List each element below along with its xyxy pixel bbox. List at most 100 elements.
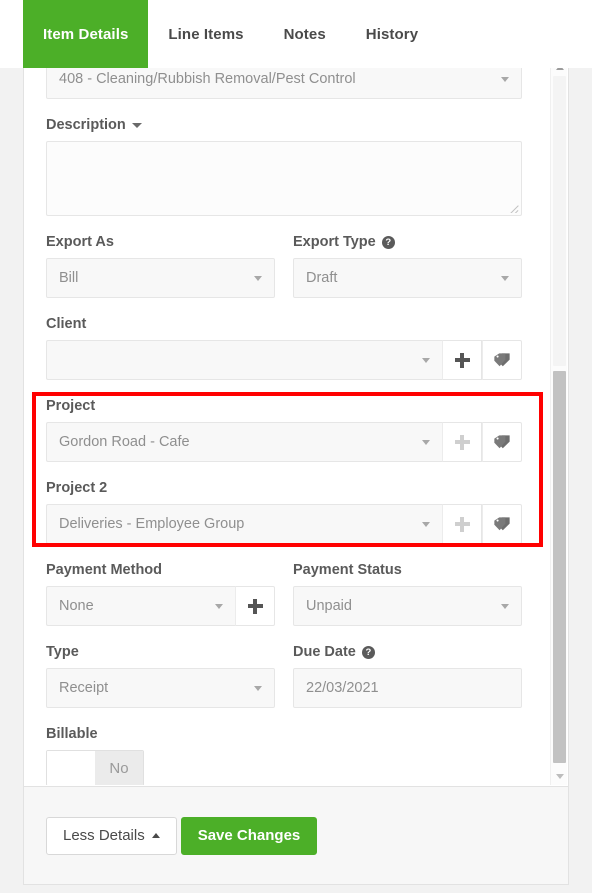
project-2-add-button[interactable]: [442, 504, 482, 544]
tab-line-items-label: Line Items: [168, 25, 244, 43]
client-label: Client: [46, 316, 87, 332]
tab-notes-label: Notes: [283, 25, 326, 43]
export-type-label: Export Type ?: [293, 233, 522, 251]
tab-history[interactable]: History: [346, 0, 438, 68]
plus-icon: [454, 434, 470, 450]
project-tags-button[interactable]: [482, 422, 522, 462]
field-type: Type Receipt: [46, 643, 275, 708]
description-label-text: Description: [46, 117, 126, 133]
field-payment-method: Payment Method None: [46, 561, 275, 626]
resize-handle-icon[interactable]: [508, 202, 519, 213]
tab-item-details[interactable]: Item Details: [23, 0, 149, 68]
chevron-down-icon: [501, 275, 509, 281]
client-input-group: [46, 340, 522, 380]
payment-status-label: Payment Status: [293, 562, 402, 578]
export-type-select[interactable]: Draft: [293, 258, 522, 298]
payment-method-label: Payment Method: [46, 562, 163, 578]
field-export-type: Export Type ? Draft: [293, 233, 522, 298]
chevron-down-icon: [501, 603, 509, 609]
plus-icon: [454, 516, 470, 532]
project-value: Gordon Road - Cafe: [59, 434, 190, 450]
billable-label: Billable: [46, 726, 98, 742]
billable-toggle[interactable]: No: [46, 750, 144, 785]
type-label: Type: [46, 644, 79, 660]
tags-icon: [493, 435, 510, 449]
description-label: Description: [46, 116, 522, 134]
due-date-input[interactable]: 22/03/2021: [293, 668, 522, 708]
help-icon[interactable]: ?: [361, 645, 375, 659]
client-add-button[interactable]: [442, 340, 482, 380]
tab-notes[interactable]: Notes: [264, 0, 346, 68]
payment-status-select[interactable]: Unpaid: [293, 586, 522, 626]
field-client: Client: [46, 315, 522, 380]
chevron-down-icon: [422, 357, 430, 363]
field-description: Description: [46, 116, 522, 216]
form-scrollbar[interactable]: [550, 59, 567, 785]
field-row-type-duedate: Type Receipt Due Date ? 22/03/2021: [46, 643, 522, 708]
toggle-knob: [47, 751, 95, 785]
tab-bar: Item Details Line Items Notes History: [0, 0, 592, 68]
scroll-down-button[interactable]: [551, 768, 568, 785]
less-details-button[interactable]: Less Details: [46, 816, 177, 855]
payment-status-value: Unpaid: [306, 598, 352, 614]
due-date-value: 22/03/2021: [306, 680, 379, 696]
chevron-down-icon: [254, 685, 262, 691]
scrollbar-track[interactable]: [553, 76, 566, 366]
chevron-down-icon: [555, 774, 564, 779]
export-as-value: Bill: [59, 270, 79, 286]
billable-toggle-value: No: [95, 751, 143, 785]
project-input-group: Gordon Road - Cafe: [46, 422, 522, 462]
tab-history-label: History: [365, 25, 419, 43]
type-select[interactable]: Receipt: [46, 668, 275, 708]
chevron-down-icon: [215, 603, 223, 609]
payment-method-add-button[interactable]: [235, 586, 275, 626]
field-row-export: Export As Bill Export Type ? Draft: [46, 233, 522, 298]
tab-item-details-label: Item Details: [43, 25, 129, 43]
field-row-payment: Payment Method None Payment Status Unpai…: [46, 561, 522, 626]
chevron-down-icon: [254, 275, 262, 281]
form-content: Category 408 - Cleaning/Rubbish Removal/…: [24, 59, 544, 785]
item-details-card: Category 408 - Cleaning/Rubbish Removal/…: [23, 0, 569, 885]
field-billable: Billable No: [46, 725, 522, 785]
project-2-input-group: Deliveries - Employee Group: [46, 504, 522, 544]
tab-line-items[interactable]: Line Items: [148, 0, 263, 68]
due-date-label: Due Date ?: [293, 643, 522, 661]
export-type-value: Draft: [306, 270, 338, 286]
description-textarea[interactable]: [46, 141, 522, 216]
export-as-label: Export As: [46, 234, 114, 250]
project-2-label: Project 2: [46, 480, 108, 496]
project-label: Project: [46, 398, 96, 414]
field-payment-status: Payment Status Unpaid: [293, 561, 522, 626]
payment-method-select[interactable]: None: [46, 586, 235, 626]
chevron-down-icon: [422, 521, 430, 527]
payment-method-input-group: None: [46, 586, 275, 626]
project-2-tags-button[interactable]: [482, 504, 522, 544]
chevron-down-icon: [422, 439, 430, 445]
plus-icon: [454, 352, 470, 368]
field-project: Project Gordon Road - Cafe: [46, 397, 522, 462]
form-scroll-container[interactable]: Category 408 - Cleaning/Rubbish Removal/…: [24, 59, 568, 785]
scrollbar-thumb[interactable]: [553, 371, 566, 763]
plus-icon: [247, 598, 263, 614]
field-project-2: Project 2 Deliveries - Employee Group: [46, 479, 522, 544]
tags-icon: [493, 517, 510, 531]
project-select[interactable]: Gordon Road - Cafe: [46, 422, 442, 462]
client-tags-button[interactable]: [482, 340, 522, 380]
payment-method-value: None: [59, 598, 94, 614]
less-details-label: Less Details: [63, 827, 145, 844]
export-as-select[interactable]: Bill: [46, 258, 275, 298]
chevron-down-icon[interactable]: [131, 122, 142, 128]
field-export-as: Export As Bill: [46, 233, 275, 298]
due-date-label-text: Due Date: [293, 644, 356, 660]
project-add-button[interactable]: [442, 422, 482, 462]
project-2-select[interactable]: Deliveries - Employee Group: [46, 504, 442, 544]
type-value: Receipt: [59, 680, 109, 696]
export-type-label-text: Export Type: [293, 234, 376, 250]
save-changes-label: Save Changes: [197, 827, 301, 844]
chevron-up-icon: [151, 833, 160, 838]
client-select[interactable]: [46, 340, 442, 380]
save-changes-button[interactable]: Save Changes: [180, 816, 318, 855]
help-icon[interactable]: ?: [381, 235, 395, 249]
card-footer: Less Details Save Changes: [24, 786, 568, 884]
category-value: 408 - Cleaning/Rubbish Removal/Pest Cont…: [59, 71, 356, 87]
